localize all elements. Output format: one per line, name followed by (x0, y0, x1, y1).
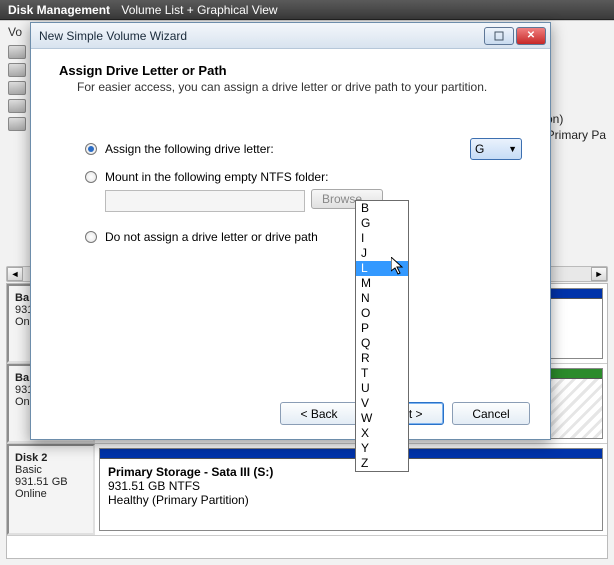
dropdown-item[interactable]: U (356, 381, 408, 396)
dropdown-item[interactable]: V (356, 396, 408, 411)
dropdown-item[interactable]: Q (356, 336, 408, 351)
drive-icon (8, 63, 26, 77)
help-button[interactable] (484, 27, 514, 45)
dropdown-item[interactable]: G (356, 216, 408, 231)
dropdown-item[interactable]: M (356, 276, 408, 291)
scroll-left-icon[interactable]: ◄ (7, 267, 23, 281)
disk-row: Disk 2 Basic 931.51 GB Online Primary St… (7, 444, 607, 536)
close-icon: ✕ (527, 30, 535, 41)
dropdown-item[interactable]: X (356, 426, 408, 441)
dropdown-item[interactable]: J (356, 246, 408, 261)
app-titlebar: Disk Management Volume List + Graphical … (0, 0, 614, 20)
dropdown-item[interactable]: L (356, 261, 408, 276)
option-label: Assign the following drive letter: (105, 142, 420, 156)
dropdown-item[interactable]: I (356, 231, 408, 246)
wizard-heading: Assign Drive Letter or Path (59, 63, 522, 78)
dropdown-item[interactable]: N (356, 291, 408, 306)
app-subtitle: Volume List + Graphical View (121, 3, 277, 17)
help-icon (494, 31, 504, 41)
volume-icons (8, 45, 26, 131)
drive-letter-value: G (475, 142, 508, 156)
volume-size: 931.51 GB NTFS (108, 479, 594, 493)
drive-letter-combo[interactable]: G ▼ (470, 138, 522, 160)
option-label: Do not assign a drive letter or drive pa… (105, 230, 522, 244)
dropdown-item[interactable]: B (356, 201, 408, 216)
radio-assign-letter[interactable] (85, 143, 97, 155)
dropdown-item[interactable]: T (356, 366, 408, 381)
scroll-right-icon[interactable]: ► (591, 267, 607, 281)
dropdown-item[interactable]: P (356, 321, 408, 336)
drive-icon (8, 81, 26, 95)
drive-icon (8, 45, 26, 59)
drive-icon (8, 117, 26, 131)
dropdown-item[interactable]: W (356, 411, 408, 426)
wizard-titlebar[interactable]: New Simple Volume Wizard ✕ (31, 23, 550, 49)
drive-letter-dropdown[interactable]: BGIJLMNOPQRTUVWXYZ (355, 200, 409, 472)
dropdown-item[interactable]: Y (356, 441, 408, 456)
radio-no-assign[interactable] (85, 231, 97, 243)
wizard-dialog: New Simple Volume Wizard ✕ Assign Drive … (30, 22, 551, 440)
dropdown-item[interactable]: Z (356, 456, 408, 471)
disk-info-panel[interactable]: Disk 2 Basic 931.51 GB Online (7, 444, 95, 535)
radio-mount-folder[interactable] (85, 171, 97, 183)
wizard-title: New Simple Volume Wizard (39, 29, 187, 43)
option-label: Mount in the following empty NTFS folder… (105, 170, 522, 184)
option-mount-folder[interactable]: Mount in the following empty NTFS folder… (85, 170, 522, 184)
dropdown-item[interactable]: R (356, 351, 408, 366)
dropdown-item[interactable]: O (356, 306, 408, 321)
cancel-button[interactable]: Cancel (452, 402, 530, 425)
wizard-subheading: For easier access, you can assign a driv… (59, 80, 522, 94)
volume-color-bar (100, 449, 602, 459)
close-button[interactable]: ✕ (516, 27, 546, 45)
drive-icon (8, 99, 26, 113)
chevron-down-icon: ▼ (508, 144, 517, 154)
back-button[interactable]: < Back (280, 402, 358, 425)
volume-box[interactable]: Primary Storage - Sata III (S:) 931.51 G… (99, 448, 603, 531)
volume-name: Primary Storage - Sata III (S:) (108, 465, 594, 479)
volume-status: Healthy (Primary Partition) (108, 493, 594, 507)
app-title: Disk Management (8, 3, 110, 17)
folder-path-input[interactable] (105, 190, 305, 212)
option-no-assign[interactable]: Do not assign a drive letter or drive pa… (85, 230, 522, 244)
option-assign-letter[interactable]: Assign the following drive letter: G ▼ (85, 138, 522, 160)
